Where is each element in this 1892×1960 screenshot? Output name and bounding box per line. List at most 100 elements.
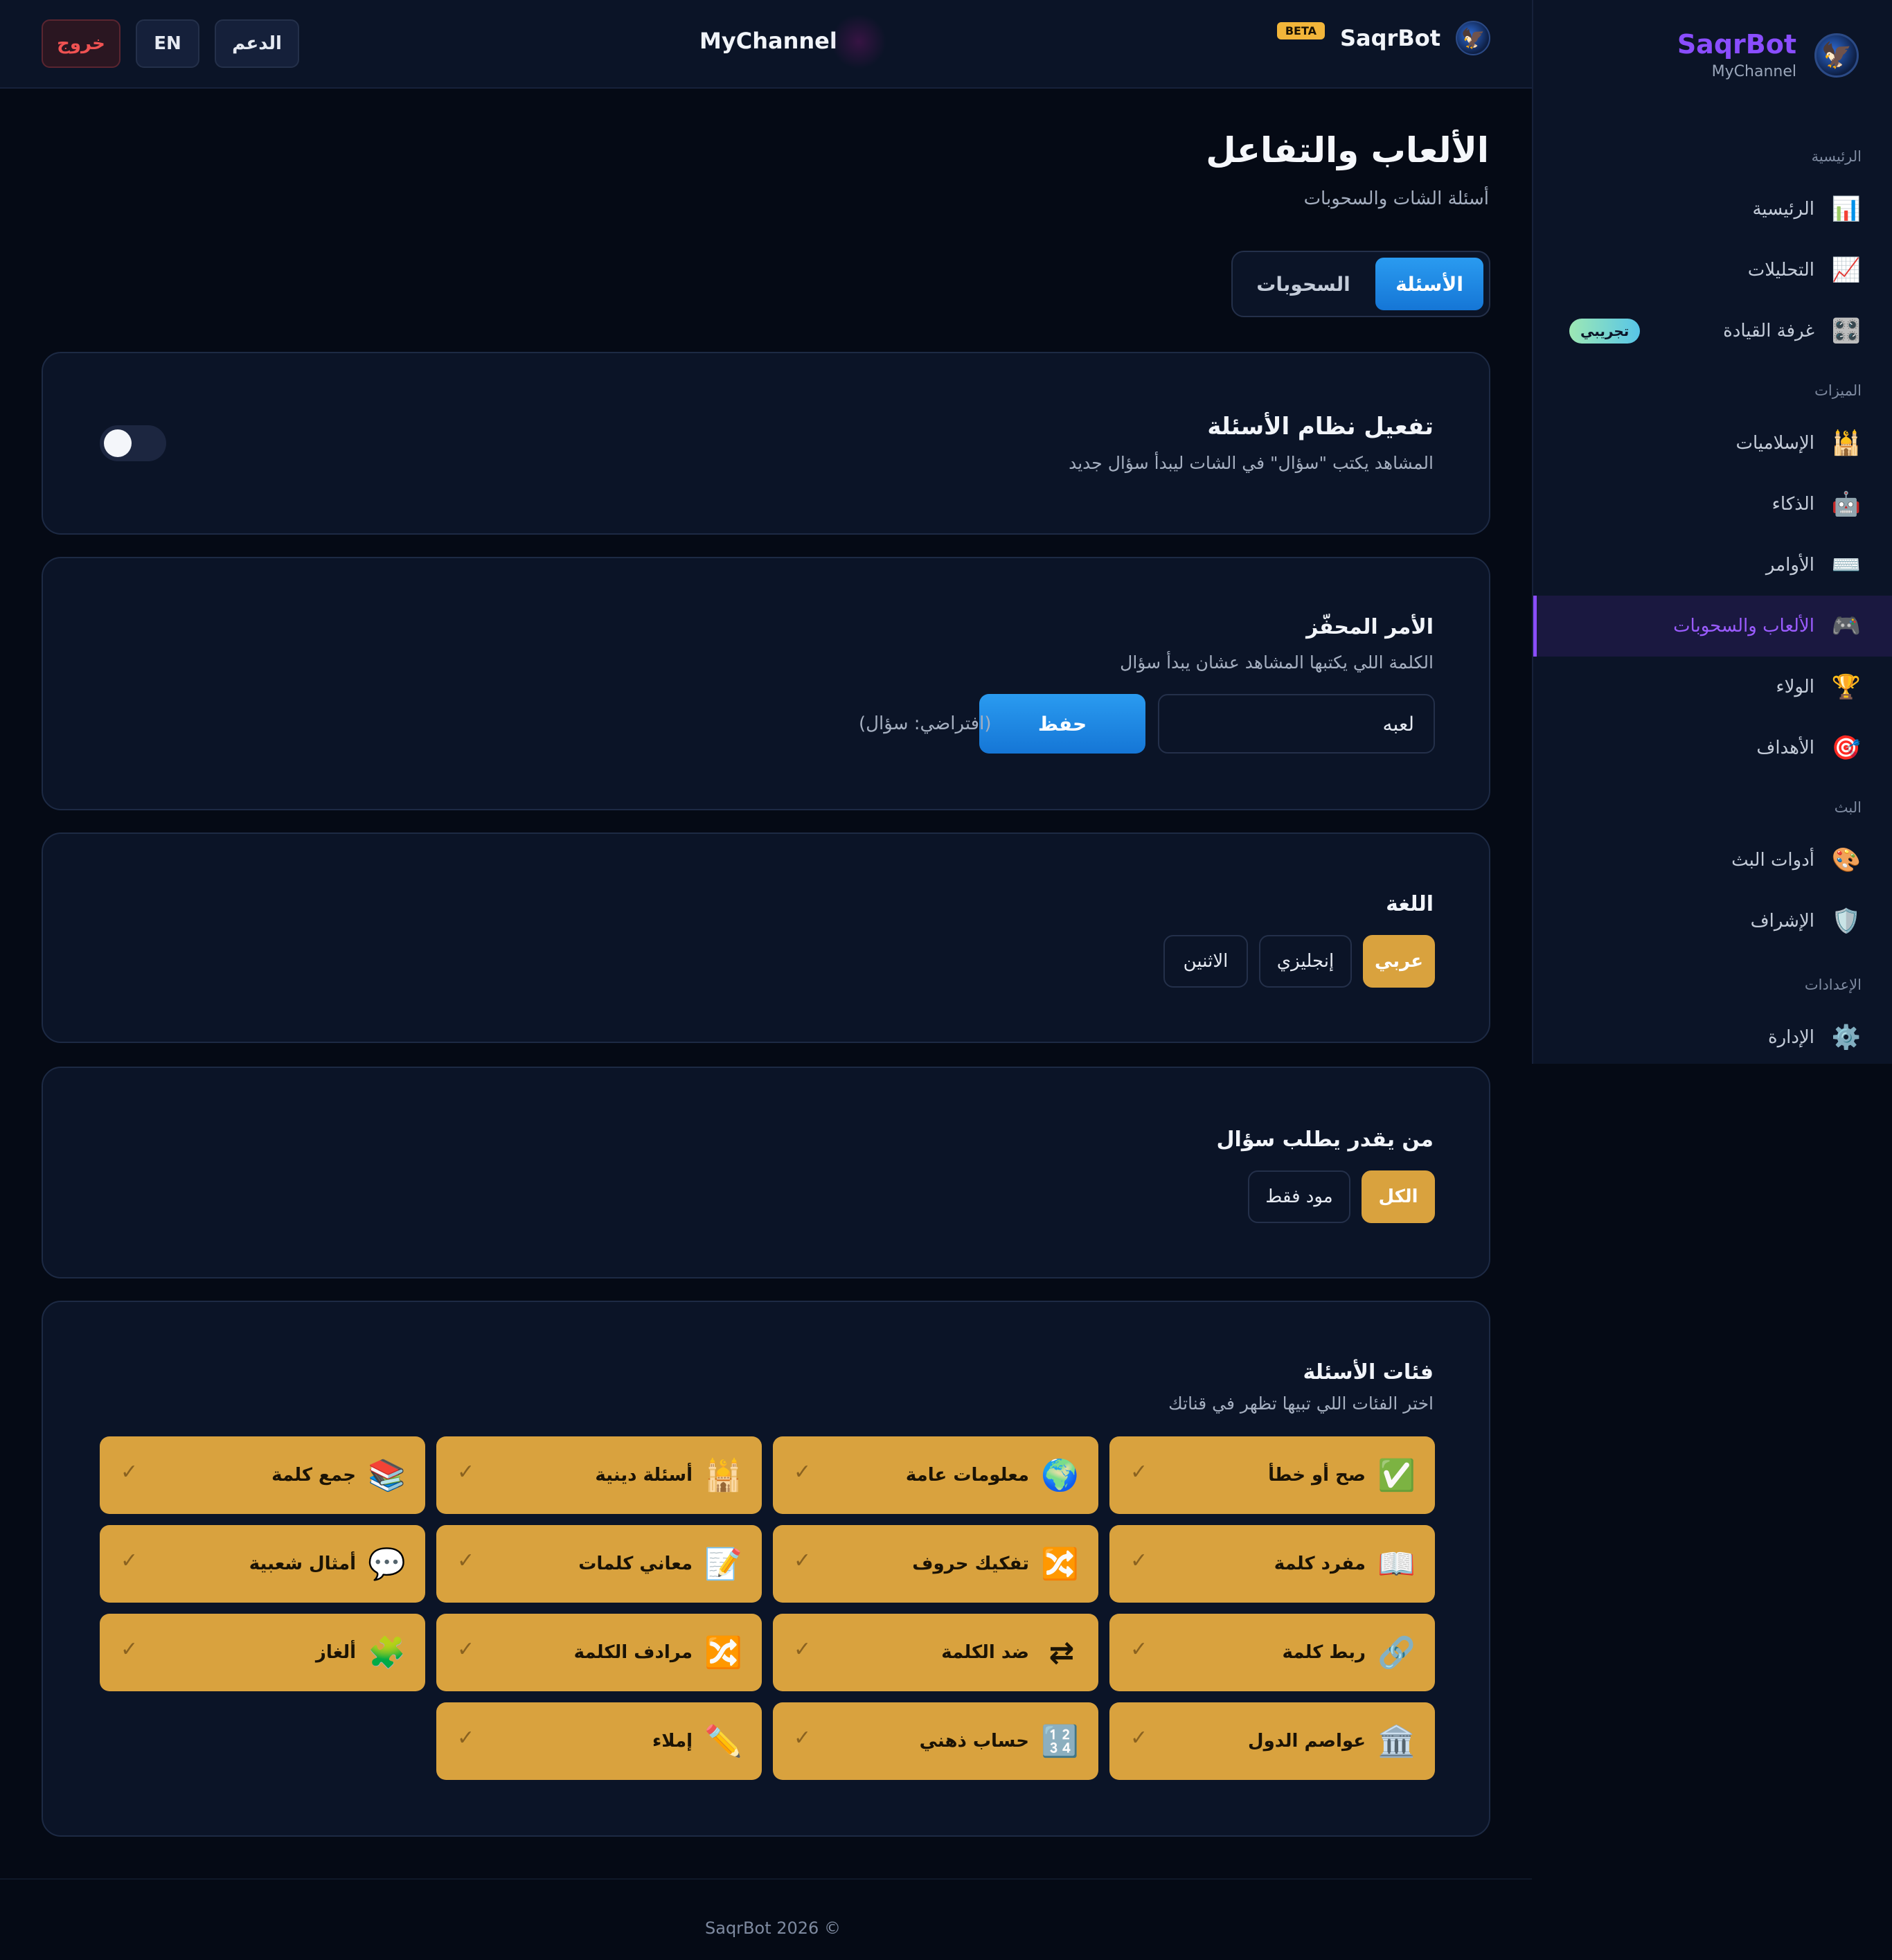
- check-icon: ✓: [121, 1460, 139, 1484]
- category-label: مرادف الكلمة: [573, 1642, 693, 1663]
- top-bar: خروج EN الدعم MyChannel 🦅 SaqrBot BETA: [0, 0, 1532, 89]
- save-button[interactable]: حفظ: [979, 694, 1145, 754]
- top-brand[interactable]: 🦅 SaqrBot BETA: [1276, 21, 1490, 55]
- pencil-icon: ✏️: [704, 1724, 742, 1759]
- sidebar-brand[interactable]: 🦅 SaqrBot MyChannel: [1677, 28, 1859, 83]
- sidebar-item-label: الولاء: [1776, 677, 1814, 697]
- robot-icon: 🤖: [1831, 490, 1862, 518]
- channel-name: MyChannel: [699, 28, 837, 54]
- trigger-command-input[interactable]: لعبه: [1158, 694, 1435, 754]
- card-title: اللغة: [1386, 892, 1434, 916]
- sidebar-section-features: الميزات: [1814, 382, 1862, 399]
- check-icon: ✓: [1130, 1637, 1148, 1661]
- sidebar-item-goals[interactable]: 🎯 الأهداف: [1533, 718, 1892, 778]
- swap-arrows-icon: ⇄: [1048, 1634, 1075, 1671]
- sidebar-item-label: أدوات البث: [1731, 850, 1814, 871]
- enable-questions-toggle[interactable]: [100, 425, 166, 461]
- footer: SaqrBot 2026 ©: [0, 1878, 1532, 1960]
- sidebar-item-cockpit[interactable]: 🎛️ غرفة القيادة تجريبي: [1533, 301, 1892, 362]
- category-label: جمع كلمة: [271, 1465, 356, 1486]
- category-true-false[interactable]: ✅ صح أو خطأ ✓: [1109, 1436, 1435, 1514]
- check-icon: ✓: [1130, 1460, 1148, 1484]
- category-label: معلومات عامة: [905, 1465, 1029, 1486]
- decorative-glow: [831, 14, 886, 69]
- control-knobs-icon: 🎛️: [1831, 317, 1862, 345]
- category-word-link[interactable]: 🔗 ربط كلمة ✓: [1109, 1614, 1435, 1691]
- category-label: مفرد كلمة: [1274, 1553, 1366, 1574]
- category-capitals[interactable]: 🏛️ عواصم الدول ✓: [1109, 1702, 1435, 1780]
- card-title: فئات الأسئلة: [1303, 1360, 1434, 1384]
- sidebar-item-home[interactable]: 📊 الرئيسية: [1533, 179, 1892, 240]
- trigger-command-card: الأمر المحفّز الكلمة اللي يكتبها المشاهد…: [42, 557, 1490, 810]
- support-button[interactable]: الدعم: [215, 19, 299, 68]
- check-icon: ✓: [457, 1637, 475, 1661]
- sidebar-section-settings: الإعدادات: [1804, 977, 1862, 993]
- sidebar-item-analytics[interactable]: 📈 التحليلات: [1533, 240, 1892, 301]
- permission-option-all[interactable]: الكل: [1362, 1170, 1435, 1223]
- sidebar-item-label: غرفة القيادة: [1723, 321, 1814, 341]
- language-option-both[interactable]: الاثنين: [1163, 935, 1248, 988]
- mosque-icon: 🕌: [704, 1458, 742, 1493]
- mosque-icon: 🕌: [1831, 429, 1862, 457]
- footer-copyright: SaqrBot 2026 ©: [705, 1918, 841, 1938]
- category-dictation[interactable]: ✏️ إملاء ✓: [436, 1702, 762, 1780]
- category-synonym[interactable]: 🔀 مرادف الكلمة ✓: [436, 1614, 762, 1691]
- gear-icon: ⚙️: [1831, 1024, 1862, 1051]
- tab-bar: الأسئلة السحوبات: [1231, 251, 1490, 317]
- category-proverbs[interactable]: 💬 أمثال شعبية ✓: [100, 1525, 425, 1603]
- sidebar-item-ai[interactable]: 🤖 الذكاء: [1533, 474, 1892, 535]
- sidebar-item-moderation[interactable]: 🛡️ الإشراف: [1533, 891, 1892, 952]
- language-option-english[interactable]: إنجليزي: [1259, 935, 1352, 988]
- globe-icon: 🌍: [1041, 1458, 1079, 1493]
- open-book-icon: 📖: [1377, 1547, 1416, 1582]
- category-label: ربط كلمة: [1282, 1642, 1366, 1663]
- sidebar-item-admin[interactable]: ⚙️ الإدارة: [1533, 1007, 1892, 1068]
- sidebar-item-label: الأهداف: [1756, 738, 1814, 758]
- category-antonym[interactable]: ⇄ ضد الكلمة ✓: [773, 1614, 1098, 1691]
- gamepad-icon: 🎮: [1831, 612, 1862, 640]
- sidebar-item-label: الألعاب والسحوبات: [1673, 616, 1814, 636]
- check-icon: ✓: [457, 1549, 475, 1573]
- eagle-icon: 🦅: [1814, 33, 1859, 78]
- language-switch-button[interactable]: EN: [136, 19, 199, 68]
- tab-draws[interactable]: السحوبات: [1238, 258, 1368, 310]
- category-mental-math[interactable]: 🔢 حساب ذهني ✓: [773, 1702, 1098, 1780]
- category-label: إملاء: [652, 1731, 693, 1752]
- sidebar-section-stream: البث: [1834, 799, 1862, 816]
- category-label: معاني كلمات: [578, 1553, 693, 1574]
- logout-button[interactable]: خروج: [42, 19, 121, 68]
- sidebar-item-islamic[interactable]: 🕌 الإسلاميات: [1533, 413, 1892, 474]
- tab-questions[interactable]: الأسئلة: [1375, 258, 1483, 310]
- speech-bubble-icon: 💬: [368, 1547, 406, 1582]
- language-option-arabic[interactable]: عربي: [1363, 935, 1435, 988]
- sidebar-item-games[interactable]: 🎮 الألعاب والسحوبات: [1533, 596, 1892, 657]
- category-word-meanings[interactable]: 📝 معاني كلمات ✓: [436, 1525, 762, 1603]
- category-general-knowledge[interactable]: 🌍 معلومات عامة ✓: [773, 1436, 1098, 1514]
- category-religious[interactable]: 🕌 أسئلة دينية ✓: [436, 1436, 762, 1514]
- sidebar-item-label: الرئيسية: [1752, 199, 1814, 220]
- check-icon: ✓: [457, 1726, 475, 1750]
- category-plural[interactable]: 📚 جمع كلمة ✓: [100, 1436, 425, 1514]
- beta-badge: BETA: [1276, 21, 1325, 39]
- checkmark-icon: ✅: [1377, 1458, 1416, 1493]
- check-icon: ✓: [457, 1460, 475, 1484]
- sidebar-item-stream-tools[interactable]: 🎨 أدوات البث: [1533, 830, 1892, 891]
- shuffle-icon: 🔀: [1041, 1547, 1079, 1582]
- card-title: تفعيل نظام الأسئلة: [1207, 413, 1434, 440]
- sidebar-item-label: الإسلاميات: [1735, 433, 1814, 454]
- sidebar-item-commands[interactable]: ⌨️ الأوامر: [1533, 535, 1892, 596]
- category-riddles[interactable]: 🧩 ألغاز ✓: [100, 1614, 425, 1691]
- sidebar-item-loyalty[interactable]: 🏆 الولاء: [1533, 657, 1892, 718]
- category-singular[interactable]: 📖 مفرد كلمة ✓: [1109, 1525, 1435, 1603]
- category-label: صح أو خطأ: [1268, 1465, 1366, 1486]
- category-label: ضد الكلمة: [941, 1642, 1029, 1663]
- language-card: اللغة عربي إنجليزي الاثنين: [42, 832, 1490, 1043]
- sidebar-brand-channel: MyChannel: [1711, 63, 1796, 80]
- puzzle-icon: 🧩: [368, 1635, 406, 1671]
- palette-icon: 🎨: [1831, 846, 1862, 874]
- sidebar-item-label: الإدارة: [1767, 1027, 1814, 1048]
- permission-option-mods[interactable]: مود فقط: [1248, 1170, 1350, 1223]
- eagle-icon: 🦅: [1456, 21, 1490, 55]
- classical-building-icon: 🏛️: [1377, 1724, 1416, 1759]
- category-letter-scramble[interactable]: 🔀 تفكيك حروف ✓: [773, 1525, 1098, 1603]
